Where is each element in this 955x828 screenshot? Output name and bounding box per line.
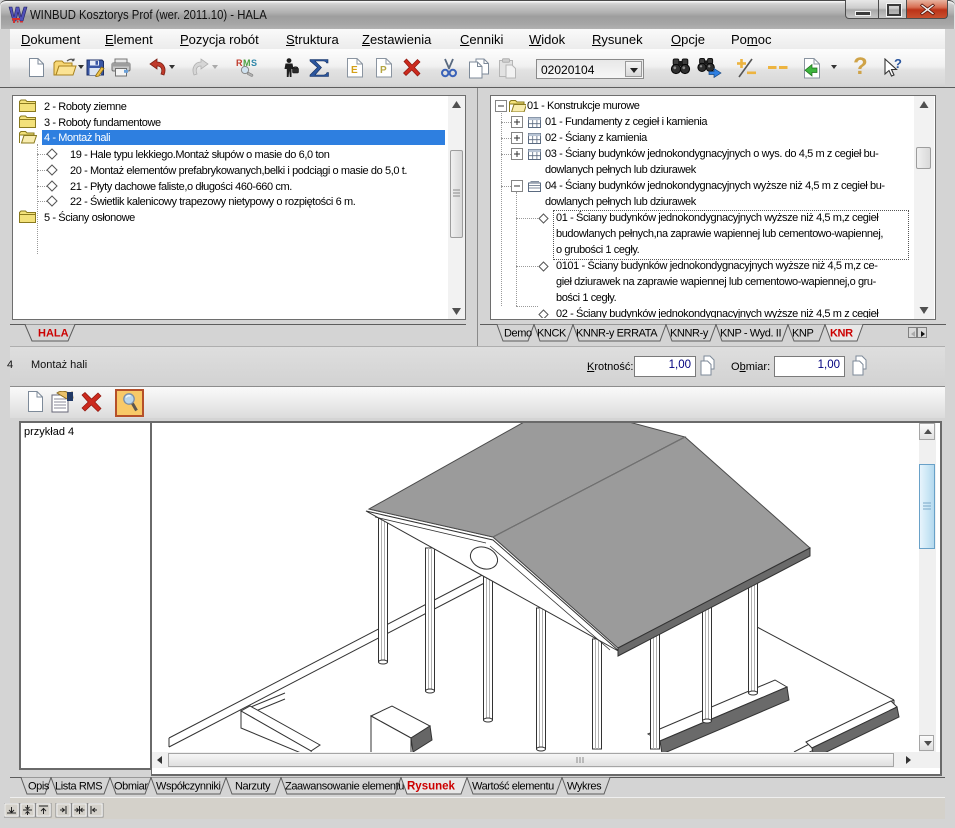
- svg-text:R: R: [236, 58, 243, 68]
- svg-text:Wykres: Wykres: [567, 781, 602, 793]
- svg-text:?: ?: [894, 58, 902, 71]
- svg-text:KNP - Wyd. II: KNP - Wyd. II: [720, 328, 781, 340]
- svg-text:Demo: Demo: [504, 328, 532, 340]
- svg-text:P: P: [380, 65, 387, 76]
- svg-text:KNNR-y: KNNR-y: [670, 328, 709, 340]
- svg-text:Współczynniki: Współczynniki: [156, 781, 221, 793]
- svg-text:KNNR-y ERRATA: KNNR-y ERRATA: [576, 328, 658, 340]
- svg-text:KNCK: KNCK: [537, 328, 567, 340]
- svg-text:Zaawansowanie elementu: Zaawansowanie elementu: [285, 781, 404, 793]
- svg-text:KNP: KNP: [792, 328, 813, 340]
- svg-text:HALA: HALA: [38, 328, 69, 340]
- svg-text:Narzuty: Narzuty: [235, 781, 271, 793]
- svg-text:KNR: KNR: [830, 328, 853, 340]
- svg-text:Wartość elementu: Wartość elementu: [472, 781, 554, 793]
- svg-text:Obmiar: Obmiar: [114, 781, 148, 793]
- svg-text:Lista RMS: Lista RMS: [55, 781, 102, 793]
- svg-text:Opis: Opis: [28, 781, 50, 793]
- svg-text:S: S: [251, 58, 257, 68]
- svg-text:Rysunek: Rysunek: [407, 781, 456, 793]
- svg-text:E: E: [351, 65, 358, 76]
